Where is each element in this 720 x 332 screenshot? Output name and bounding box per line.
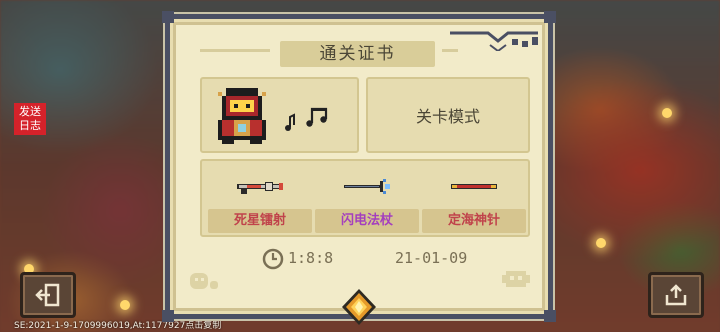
exit-door-icon — [35, 283, 60, 307]
mode-label: 关卡模式 — [415, 107, 480, 126]
clear-date: 21-01-09 — [395, 249, 468, 267]
send-log-button[interactable]: 发送 日志 — [14, 103, 46, 135]
robot-decor-icon — [502, 271, 530, 287]
weapon-label: 死星镭射 — [208, 209, 312, 233]
decor-line — [200, 49, 270, 52]
mode-panel: 关卡模式 — [366, 77, 530, 153]
weapon-label: 闪电法杖 — [315, 209, 419, 233]
lightning-staff-icon — [344, 179, 390, 194]
decor-light — [596, 238, 606, 248]
clock-icon — [262, 248, 284, 270]
weapons-panel: 死星镭射 闪电法杖 定海神针 — [200, 159, 530, 237]
share-upload-icon — [665, 284, 687, 306]
weapon-slot-2: 闪电法杖 — [313, 169, 421, 233]
exit-button[interactable] — [20, 272, 76, 318]
music-note-icon — [285, 107, 328, 131]
decor-light — [120, 300, 130, 310]
ghost-decor-icon — [190, 273, 218, 289]
red-hooded-wizard-sprite — [218, 88, 266, 144]
hero-panel — [200, 77, 359, 153]
diamond-gem-icon — [342, 289, 376, 325]
clear-time: 1:8:8 — [288, 249, 334, 267]
weapon-slot-3: 定海神针 — [420, 169, 528, 233]
seed-debug-text[interactable]: SE:2021-1-9-1709996019,At:1177927点击复制 — [14, 318, 221, 331]
send-log-label: 发送 日志 — [19, 105, 41, 132]
ornament-pattern — [450, 31, 538, 51]
laser-gun-icon — [237, 182, 283, 194]
weapon-slot-1: 死星镭射 — [206, 169, 314, 233]
decor-light — [662, 108, 672, 118]
golden-staff-icon — [451, 184, 497, 189]
weapon-label: 定海神针 — [422, 209, 526, 233]
certificate-title: 通关证书 — [280, 41, 435, 67]
share-button[interactable] — [648, 272, 704, 318]
stats-row: 1:8:8 21-01-09 — [200, 245, 530, 275]
clear-certificate: 通关证书 关卡模式 死星镭射 闪电法杖 定海神针 1:8:8 21-01-09 — [162, 11, 556, 322]
